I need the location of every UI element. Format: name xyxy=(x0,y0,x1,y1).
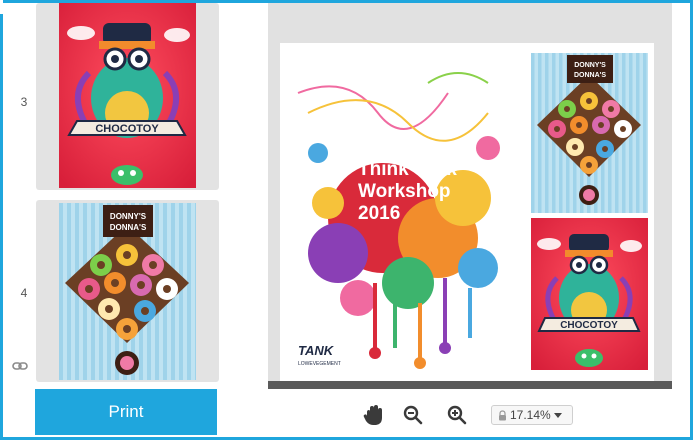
zoom-level-select[interactable]: 17.14% xyxy=(491,405,573,425)
right-margin-strip xyxy=(676,3,690,437)
lock-icon xyxy=(498,409,507,421)
zoom-in-icon[interactable] xyxy=(444,400,470,430)
donut-brand-line2: DONNA'S xyxy=(110,223,147,232)
donut-preview-image: DONNY'S DONNA'S xyxy=(531,53,648,213)
zoom-level-value: 17.14% xyxy=(510,408,551,422)
poster-logo-text: TANK xyxy=(298,343,335,358)
poster-logo-subtext: LOWEVEGEMENT xyxy=(298,361,341,367)
thumbnail-row-page-3[interactable]: 3 CHOCOTOY xyxy=(3,3,257,193)
think-tank-poster-image: The Think Tank Workshop 2016 TANK LOWEVE… xyxy=(288,53,523,375)
chocotoy-title-text: CHOCOTOY xyxy=(560,320,618,331)
thumbnail-row-page-4[interactable]: 4 DONNY'S DONNA'S xyxy=(3,200,257,385)
chocotoy-preview-image: CHOCOTOY xyxy=(531,218,648,370)
donut-brand-line2: DONNA'S xyxy=(574,72,606,79)
poster-title-line4: 2016 xyxy=(358,203,400,224)
print-button[interactable]: Print xyxy=(35,389,217,435)
page-number: 3 xyxy=(20,95,28,109)
zoom-out-icon[interactable] xyxy=(400,400,426,430)
chocotoy-thumbnail-image: CHOCOTOY xyxy=(59,3,196,188)
donut-brand-line1: DONNY'S xyxy=(110,212,147,221)
preview-bottom-bar xyxy=(268,381,672,389)
thumbnail-card[interactable]: CHOCOTOY xyxy=(36,3,219,190)
caret-down-icon xyxy=(553,408,562,422)
chocotoy-title-text: CHOCOTOY xyxy=(95,123,159,135)
donut-brand-line1: DONNY'S xyxy=(574,62,606,69)
page-thumbnail-sidebar[interactable]: 3 CHOCOTOY 4 DONNY'S DONNA'S xyxy=(3,3,257,437)
preview-toolbar: 17.14% xyxy=(360,400,590,430)
donut-thumbnail-image: DONNY'S DONNA'S xyxy=(59,203,196,380)
thumbnail-card[interactable]: DONNY'S DONNA'S xyxy=(36,200,219,382)
page-number: 4 xyxy=(20,286,28,300)
preview-page-sheet: The Think Tank Workshop 2016 TANK LOWEVE… xyxy=(280,43,654,381)
poster-title-line3: Workshop xyxy=(358,181,451,202)
poster-title-line1: The xyxy=(358,137,392,158)
poster-title-line2: Think Tank xyxy=(358,159,457,180)
link-icon[interactable] xyxy=(12,359,28,371)
hand-pan-icon[interactable] xyxy=(360,400,386,430)
